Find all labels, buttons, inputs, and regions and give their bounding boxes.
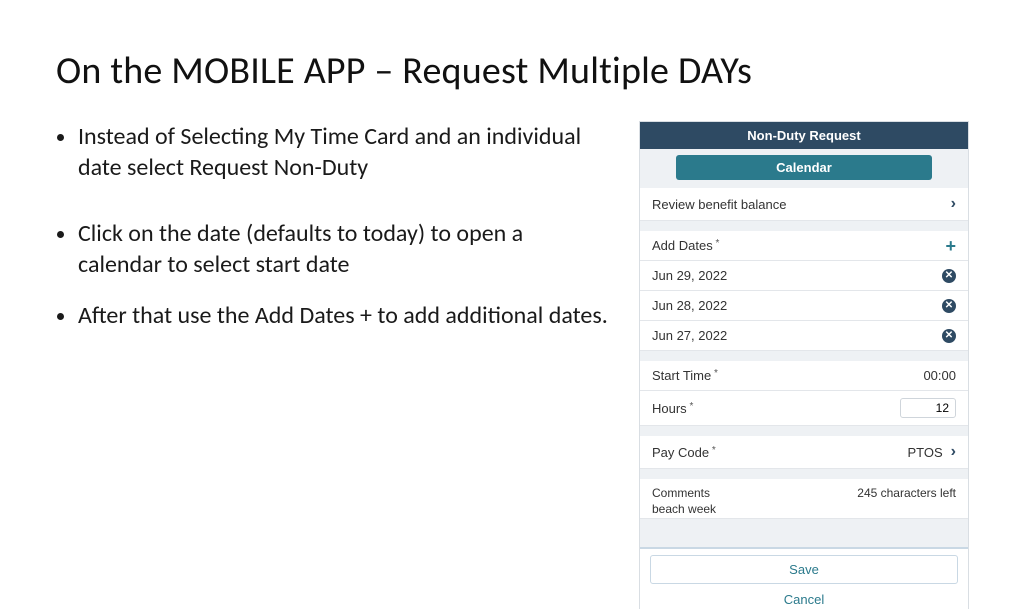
- start-time-row[interactable]: Start Time 00:00: [640, 361, 968, 391]
- mobile-header: Non-Duty Request: [640, 122, 968, 149]
- remove-date-icon[interactable]: ✕: [942, 329, 956, 343]
- review-benefit-row[interactable]: Review benefit balance ›: [640, 188, 968, 221]
- review-benefit-label: Review benefit balance: [652, 197, 786, 212]
- comments-block[interactable]: Comments 245 characters left beach week: [640, 479, 968, 519]
- cancel-button[interactable]: Cancel: [650, 588, 958, 609]
- paycode-label: Pay Code: [652, 445, 716, 460]
- date-value: Jun 28, 2022: [652, 298, 727, 313]
- slide-text: Instead of Selecting My Time Card and an…: [56, 122, 612, 609]
- comments-value: beach week: [652, 500, 956, 516]
- add-dates-label: Add Dates: [652, 238, 719, 253]
- hours-label: Hours: [652, 401, 693, 416]
- paycode-value: PTOS: [908, 445, 943, 460]
- calendar-button[interactable]: Calendar: [676, 155, 932, 180]
- slide-title: On the MOBILE APP – Request Multiple DAY…: [56, 48, 968, 94]
- bullet-1: Instead of Selecting My Time Card and an…: [78, 122, 612, 183]
- plus-icon[interactable]: +: [945, 239, 956, 253]
- start-time-value: 00:00: [923, 368, 956, 383]
- date-row: Jun 27, 2022 ✕: [640, 321, 968, 351]
- hours-input[interactable]: [900, 398, 956, 418]
- comments-remaining: 245 characters left: [857, 486, 956, 500]
- paycode-row[interactable]: Pay Code PTOS ›: [640, 436, 968, 469]
- date-value: Jun 29, 2022: [652, 268, 727, 283]
- mobile-screenshot: Non-Duty Request Calendar Review benefit…: [640, 122, 968, 609]
- date-row: Jun 28, 2022 ✕: [640, 291, 968, 321]
- remove-date-icon[interactable]: ✕: [942, 299, 956, 313]
- bullet-3: After that use the Add Dates + to add ad…: [78, 301, 612, 332]
- save-button[interactable]: Save: [650, 555, 958, 584]
- hours-row: Hours: [640, 391, 968, 426]
- date-row: Jun 29, 2022 ✕: [640, 261, 968, 291]
- comments-label: Comments: [652, 486, 710, 500]
- start-time-label: Start Time: [652, 368, 718, 383]
- chevron-right-icon: ›: [951, 443, 956, 461]
- add-dates-row[interactable]: Add Dates +: [640, 231, 968, 261]
- remove-date-icon[interactable]: ✕: [942, 269, 956, 283]
- date-value: Jun 27, 2022: [652, 328, 727, 343]
- chevron-right-icon: ›: [951, 195, 956, 213]
- bullet-2: Click on the date (defaults to today) to…: [78, 219, 612, 280]
